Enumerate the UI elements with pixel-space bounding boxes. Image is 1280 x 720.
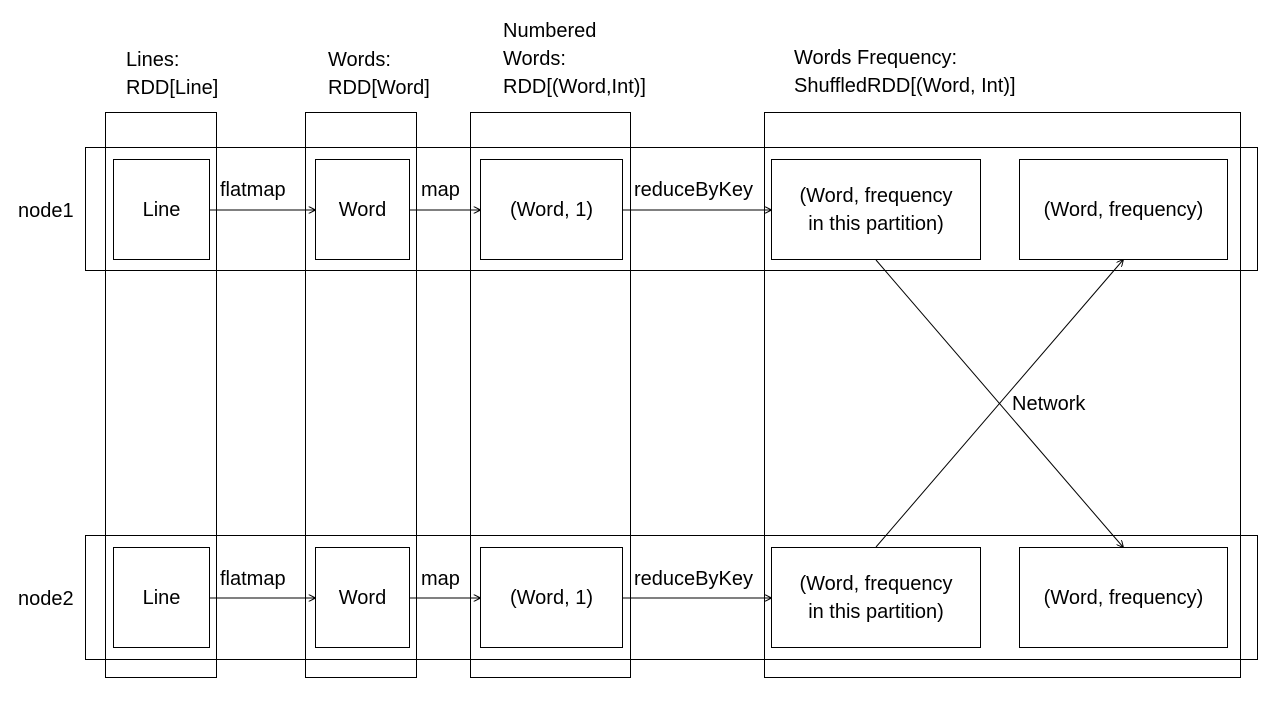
connector-arrows: [210, 0, 1280, 720]
node2-map-label: map: [421, 568, 460, 590]
node1-map-label: map: [421, 179, 460, 201]
node2-flatmap-label: flatmap: [220, 568, 286, 590]
network-label: Network: [1012, 393, 1086, 415]
node1-flatmap-label: flatmap: [220, 179, 286, 201]
node2-reducebykey-label: reduceByKey: [634, 568, 753, 590]
node1-reducebykey-label: reduceByKey: [634, 179, 753, 201]
